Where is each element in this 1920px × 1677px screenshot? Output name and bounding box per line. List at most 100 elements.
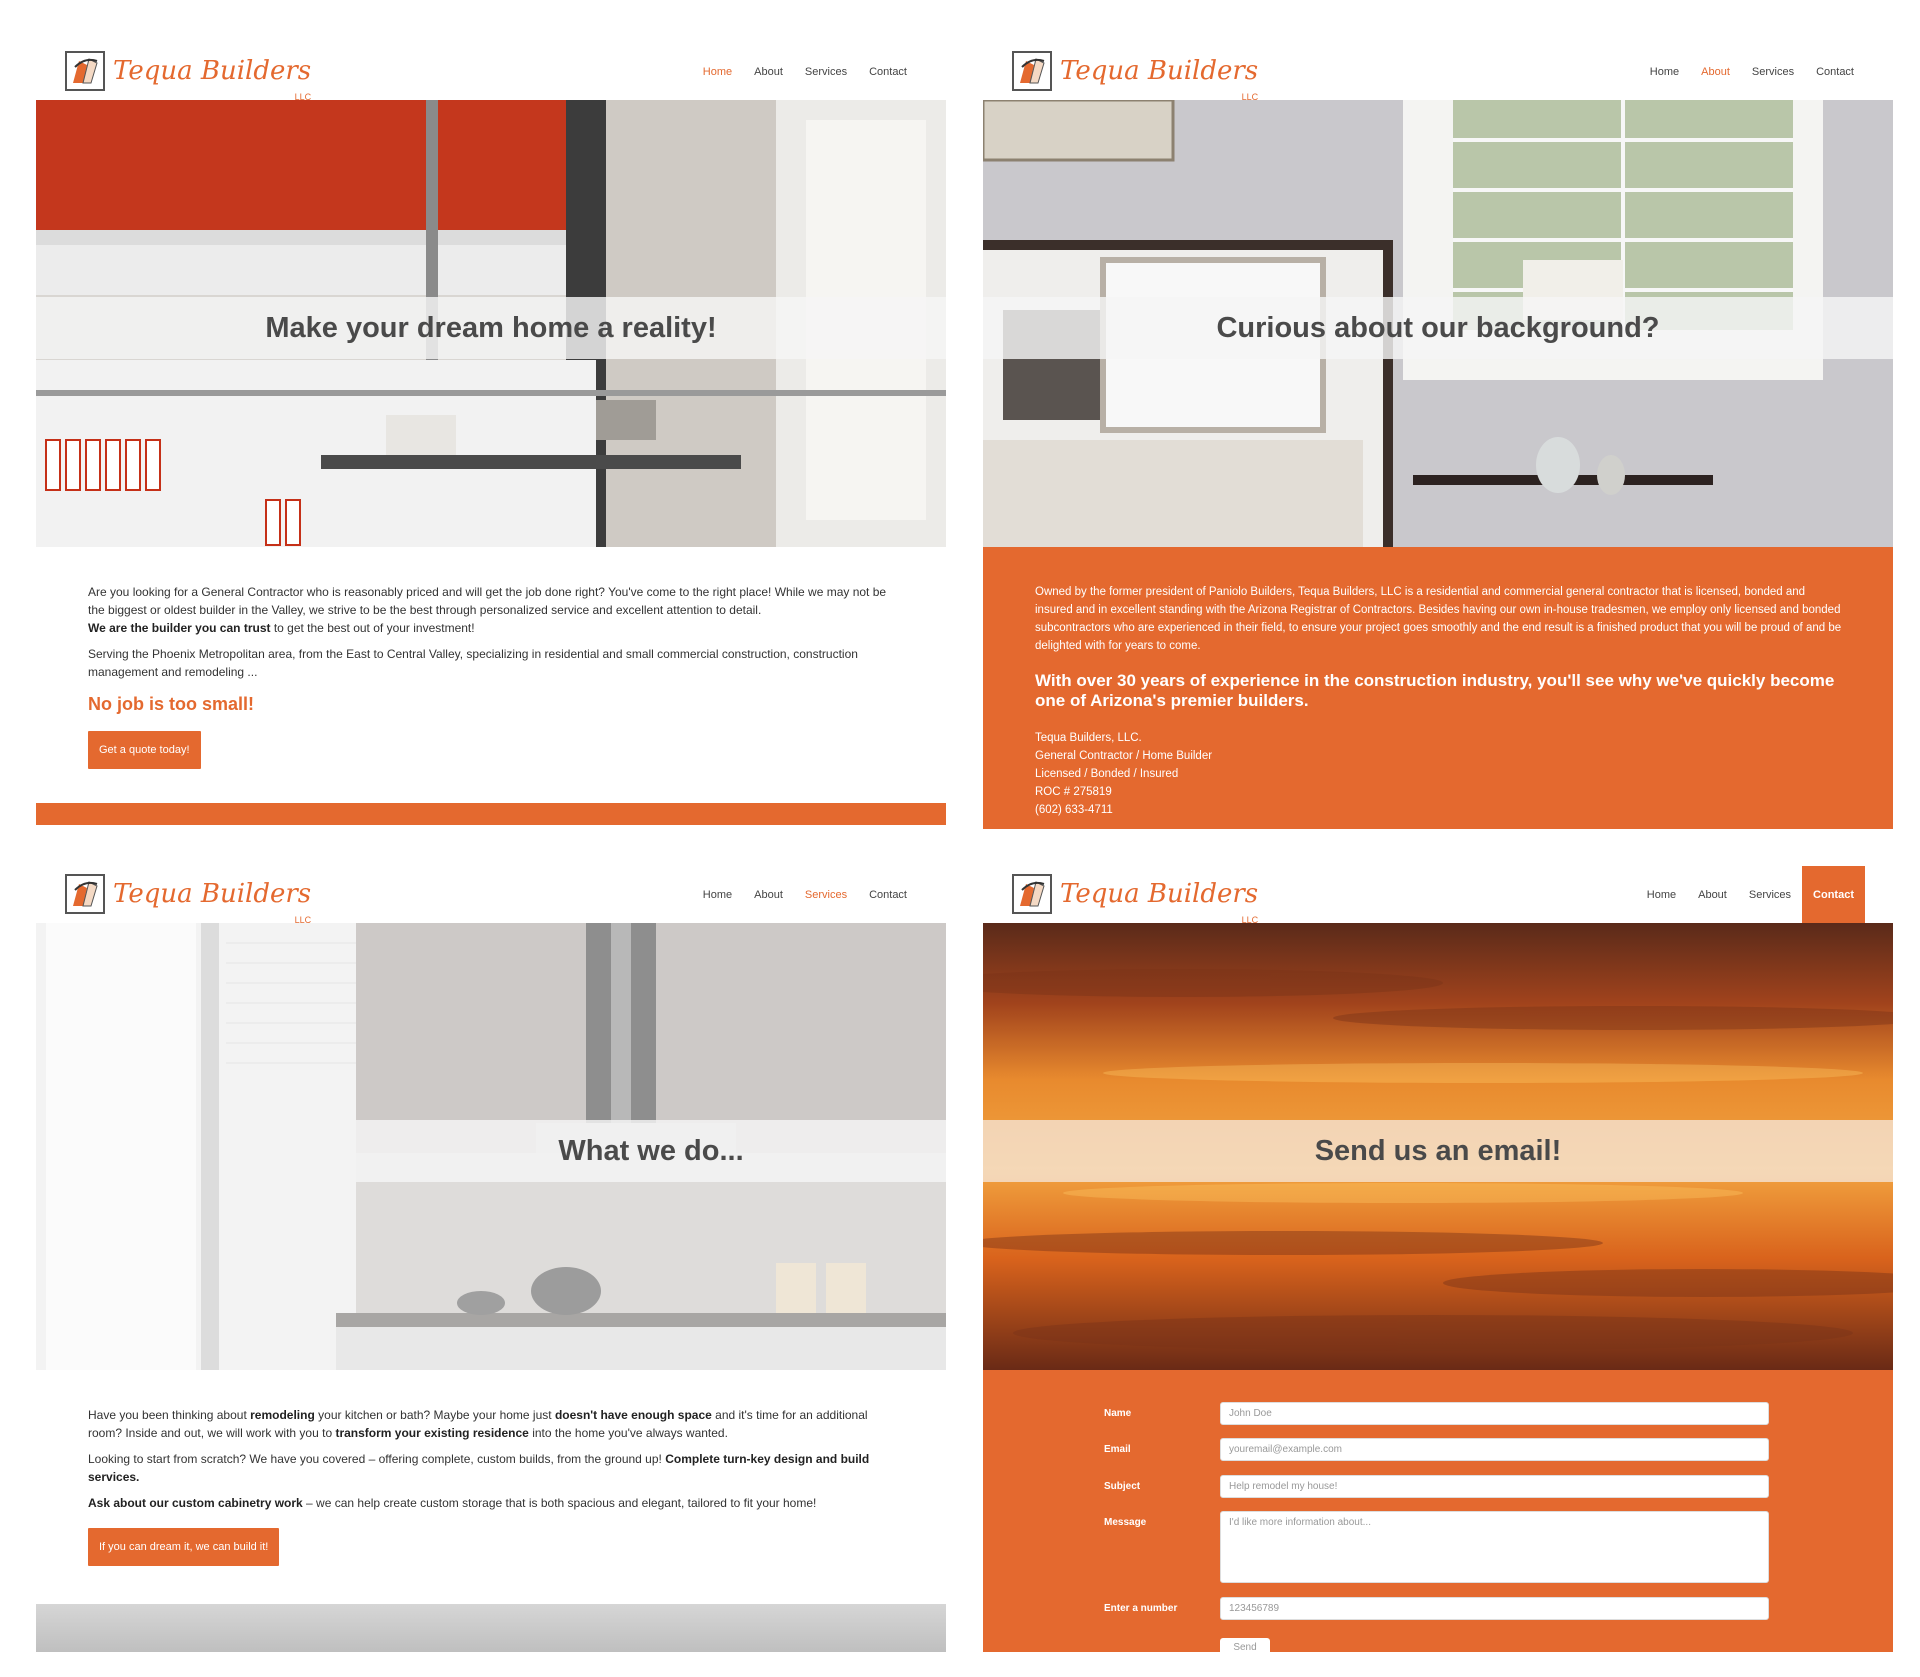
- main-nav: Home About Services Contact: [692, 866, 918, 923]
- company-line: General Contractor / Home Builder: [1035, 750, 1213, 762]
- email-label: Email: [1104, 1444, 1131, 1455]
- message-label: Message: [1104, 1517, 1147, 1528]
- name-field[interactable]: John Doe: [1220, 1402, 1769, 1425]
- nav-home[interactable]: Home: [1636, 866, 1687, 923]
- email-field[interactable]: youremail@example.com: [1220, 1438, 1769, 1461]
- nav-about[interactable]: About: [1687, 866, 1738, 923]
- hero-kitchen-image: Make your dream home a reality!: [36, 100, 946, 547]
- get-quote-button[interactable]: Get a quote today!: [88, 731, 201, 769]
- intro-bold: We are the builder you can trust: [88, 621, 271, 635]
- nav-contact[interactable]: Contact: [1802, 866, 1865, 923]
- send-button[interactable]: Send: [1220, 1638, 1270, 1652]
- nav-services[interactable]: Services: [1738, 866, 1802, 923]
- logo-mark-icon: [65, 874, 105, 914]
- text: – we can help create custom storage that…: [302, 1496, 817, 1510]
- nav-home[interactable]: Home: [692, 43, 743, 100]
- nav-services[interactable]: Services: [794, 43, 858, 100]
- logo-mark-icon: [1012, 874, 1052, 914]
- logo[interactable]: Tequa Builders LLC: [65, 872, 312, 925]
- hero-title-band: Send us an email!: [983, 1120, 1893, 1182]
- service-area-paragraph: Serving the Phoenix Metropolitan area, f…: [88, 647, 858, 679]
- form-row-name: Name John Doe: [1104, 1402, 1769, 1425]
- bold-text: transform your existing residence: [335, 1426, 529, 1440]
- bold-text: remodeling: [250, 1408, 315, 1422]
- bottom-image-strip: [36, 1604, 946, 1652]
- nav-home[interactable]: Home: [1639, 43, 1690, 100]
- cabinetry-paragraph: Ask about our custom cabinetry work – we…: [88, 1494, 898, 1512]
- intro-text: Are you looking for a General Contractor…: [88, 585, 887, 617]
- logo-mark-icon: [1012, 51, 1052, 91]
- about-body: Owned by the former president of Paniolo…: [1035, 586, 1842, 652]
- form-row-number: Enter a number 123456789: [1104, 1597, 1769, 1620]
- company-line: ROC # 275819: [1035, 786, 1112, 798]
- site-header: Tequa Builders LLC Home About Services Co…: [36, 866, 946, 925]
- text: Looking to start from scratch? We have y…: [88, 1452, 666, 1466]
- name-label: Name: [1104, 1408, 1132, 1419]
- contact-page-screenshot: Tequa Builders LLC Home About Services Co…: [983, 866, 1893, 1652]
- text: into the home you've always wanted.: [528, 1426, 728, 1440]
- hero-sunset-image: Send us an email!: [983, 923, 1893, 1370]
- form-row-subject: Subject Help remodel my house!: [1104, 1475, 1769, 1498]
- dream-build-button[interactable]: If you can dream it, we can build it!: [88, 1528, 280, 1566]
- text: Have you been thinking about: [88, 1408, 251, 1422]
- bold-text: Ask about our custom cabinetry work: [88, 1496, 303, 1510]
- main-nav: Home About Services Contact: [1639, 43, 1865, 100]
- nav-about[interactable]: About: [743, 866, 794, 923]
- hero-title: Send us an email!: [1314, 1134, 1562, 1167]
- main-nav: Home About Services Contact: [1636, 866, 1865, 923]
- footer-bar: [36, 803, 946, 825]
- brand-name: Tequa Builders: [113, 56, 312, 86]
- custom-build-paragraph: Looking to start from scratch? We have y…: [88, 1450, 898, 1486]
- brand-name: Tequa Builders: [1060, 879, 1259, 909]
- nav-home[interactable]: Home: [692, 866, 743, 923]
- company-info: Tequa Builders, LLC. General Contractor …: [1035, 729, 1843, 819]
- nav-services[interactable]: Services: [794, 866, 858, 923]
- contact-form: Name John Doe Email youremail@example.co…: [983, 1370, 1893, 1652]
- form-row-message: Message I'd like more information about.…: [1104, 1511, 1769, 1583]
- logo-mark-icon: [65, 51, 105, 91]
- number-label: Enter a number: [1104, 1603, 1178, 1614]
- about-headline: With over 30 years of experience in the …: [1035, 671, 1835, 710]
- text: your kitchen or bath? Maybe your home ju…: [314, 1408, 555, 1422]
- services-content: Have you been thinking about remodeling …: [88, 1406, 898, 1566]
- remodel-paragraph: Have you been thinking about remodeling …: [88, 1406, 898, 1442]
- hero-title-band: Curious about our background?: [983, 297, 1893, 359]
- nav-about[interactable]: About: [1690, 43, 1741, 100]
- nav-about[interactable]: About: [743, 43, 794, 100]
- brand-name: Tequa Builders: [113, 879, 312, 909]
- home-page-screenshot: Tequa Builders LLC Home About Services Co…: [36, 43, 946, 829]
- site-header: Tequa Builders LLC Home About Services Co…: [36, 43, 946, 102]
- nav-contact[interactable]: Contact: [1805, 43, 1865, 100]
- site-header: Tequa Builders LLC Home About Services Co…: [983, 43, 1893, 102]
- cta-title: No job is too small!: [88, 694, 255, 714]
- company-line: Tequa Builders, LLC.: [1035, 732, 1142, 744]
- hero-kitchen-hood-image: What we do...: [36, 923, 946, 1370]
- logo[interactable]: Tequa Builders LLC: [1012, 872, 1259, 925]
- subject-label: Subject: [1104, 1481, 1141, 1492]
- nav-services[interactable]: Services: [1741, 43, 1805, 100]
- hero-title-band: Make your dream home a reality!: [36, 297, 946, 359]
- message-textarea[interactable]: I'd like more information about...: [1220, 1511, 1769, 1583]
- home-content: Are you looking for a General Contractor…: [88, 583, 898, 769]
- logo[interactable]: Tequa Builders LLC: [1012, 49, 1259, 102]
- nav-contact[interactable]: Contact: [858, 866, 918, 923]
- nav-contact[interactable]: Contact: [858, 43, 918, 100]
- company-phone[interactable]: (602) 633-4711: [1035, 801, 1843, 819]
- hero-title: Curious about our background?: [1216, 311, 1660, 344]
- about-section: Owned by the former president of Paniolo…: [983, 547, 1893, 829]
- hero-title-band: What we do...: [356, 1120, 946, 1182]
- subject-field[interactable]: Help remodel my house!: [1220, 1475, 1769, 1498]
- form-row-email: Email youremail@example.com: [1104, 1438, 1769, 1461]
- site-header: Tequa Builders LLC Home About Services Co…: [983, 866, 1893, 925]
- logo[interactable]: Tequa Builders LLC: [65, 49, 312, 102]
- main-nav: Home About Services Contact: [692, 43, 918, 100]
- company-line: Licensed / Bonded / Insured: [1035, 768, 1179, 780]
- number-field[interactable]: 123456789: [1220, 1597, 1769, 1620]
- services-page-screenshot: Tequa Builders LLC Home About Services Co…: [36, 866, 946, 1652]
- hero-bedroom-image: Curious about our background?: [983, 100, 1893, 547]
- hero-title: Make your dream home a reality!: [265, 311, 717, 344]
- intro-paragraph: Are you looking for a General Contractor…: [88, 583, 898, 637]
- about-page-screenshot: Tequa Builders LLC Home About Services Co…: [983, 43, 1893, 829]
- bold-text: doesn't have enough space: [554, 1408, 712, 1422]
- brand-name: Tequa Builders: [1060, 56, 1259, 86]
